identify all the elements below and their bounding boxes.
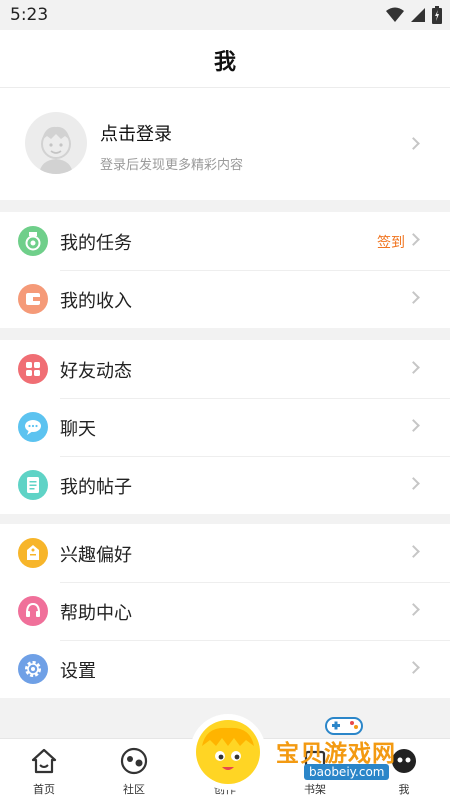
menu-item-label: 兴趣偏好 [60,545,132,566]
login-title[interactable]: 点击登录 [100,120,172,146]
login-subtitle: 登录后发现更多精彩内容 [100,158,244,173]
menu-item-label: 我的任务 [60,233,132,254]
page-header: 我 [0,30,450,88]
chevron-right-icon [407,233,420,246]
wallet-icon [18,284,48,314]
headset-icon [18,596,48,626]
home-icon [31,748,57,774]
menu-item-label: 好友动态 [60,361,132,382]
wifi-icon [386,7,404,22]
nav-tab-community[interactable]: 社区 [104,739,164,800]
status-icons [386,6,442,24]
status-time: 5:23 [10,5,49,25]
tag-icon [18,538,48,568]
menu-item-chat[interactable]: 聊天 [0,398,450,456]
gear-icon [18,654,48,684]
nav-label: 社区 [123,783,145,796]
community-icon [120,747,148,775]
chevron-right-icon [407,477,420,490]
menu-group-tasks: 我的任务 签到 我的收入 [0,212,450,328]
chevron-right-icon [407,361,420,374]
menu-item-help-center[interactable]: 帮助中心 [0,582,450,640]
menu-item-my-income[interactable]: 我的收入 [0,270,450,328]
chevron-right-icon [407,661,420,674]
nav-label: 首页 [33,783,55,796]
document-icon [18,470,48,500]
chevron-right-icon [407,419,420,432]
menu-group-social: 好友动态 聊天 我的帖子 [0,340,450,514]
gamepad-icon [325,717,363,735]
avatar-placeholder-icon [39,126,73,174]
menu-item-label: 帮助中心 [60,603,132,624]
create-button[interactable] [190,714,266,790]
chevron-right-icon [407,291,420,304]
watermark-url: baobeiy.com [304,764,390,780]
menu-item-settings[interactable]: 设置 [0,640,450,698]
login-card[interactable]: 点击登录 登录后发现更多精彩内容 [0,88,450,200]
chat-icon [18,412,48,442]
chevron-right-icon [407,137,420,150]
menu-item-label: 我的收入 [60,291,132,312]
menu-group-settings: 兴趣偏好 帮助中心 设置 [0,524,450,698]
watermark-text: 宝贝游戏网 [276,741,396,767]
chevron-right-icon [407,545,420,558]
menu-item-friend-feed[interactable]: 好友动态 [0,340,450,398]
watermark: 宝贝游戏网 baobeiy.com [268,712,448,792]
chevron-right-icon [407,603,420,616]
menu-item-label: 设置 [60,661,96,682]
nav-tab-home[interactable]: 首页 [14,739,74,800]
medal-icon [18,226,48,256]
menu-item-my-tasks[interactable]: 我的任务 签到 [0,212,450,270]
create-icon [196,720,260,784]
page-title: 我 [213,50,236,75]
signal-icon [411,8,425,22]
sign-in-badge[interactable]: 签到 [377,232,405,252]
grid-icon [18,354,48,384]
menu-item-label: 我的帖子 [60,477,132,498]
menu-item-label: 聊天 [60,419,96,440]
status-bar: 5:23 [0,0,450,30]
menu-item-interests[interactable]: 兴趣偏好 [0,524,450,582]
avatar[interactable] [25,112,87,174]
menu-item-my-posts[interactable]: 我的帖子 [0,456,450,514]
battery-icon [432,6,442,24]
